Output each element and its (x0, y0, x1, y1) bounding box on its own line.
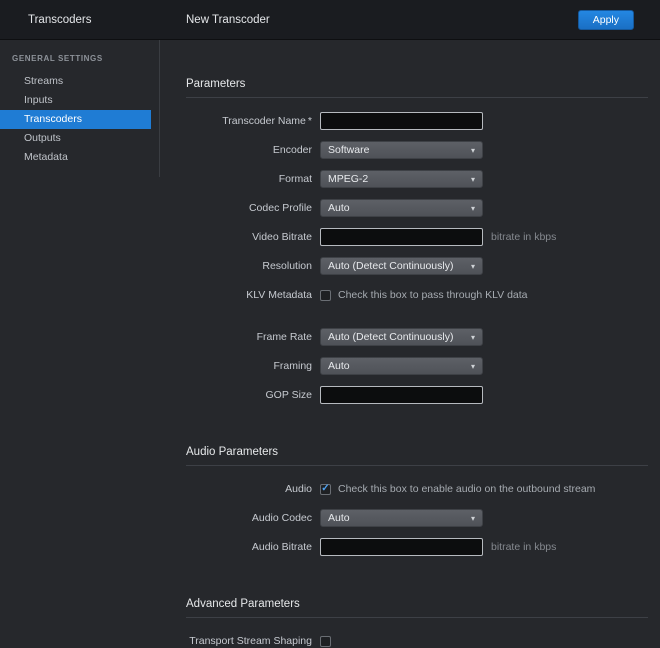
audio-label: Audio (186, 483, 312, 495)
transcoder-name-input[interactable] (320, 112, 483, 130)
field-framing: Framing Auto ▾ (186, 357, 648, 375)
sidebar-section-label: General Settings (0, 54, 159, 63)
gop-size-input[interactable] (320, 386, 483, 404)
chevron-down-icon: ▾ (471, 175, 475, 184)
field-audio: Audio Check this box to enable audio on … (186, 480, 648, 498)
field-klv-metadata: KLV Metadata Check this box to pass thro… (186, 286, 648, 304)
video-bitrate-input[interactable] (320, 228, 483, 246)
sidebar-item-transcoders[interactable]: Transcoders (0, 110, 151, 129)
sidebar: General Settings Streams Inputs Transcod… (0, 40, 160, 647)
chevron-down-icon: ▾ (471, 204, 475, 213)
section-title-advanced: Advanced Parameters (186, 598, 648, 618)
audio-bitrate-label: Audio Bitrate (186, 541, 312, 553)
sidebar-item-inputs[interactable]: Inputs (0, 91, 151, 110)
top-header: Transcoders New Transcoder Apply (0, 0, 660, 40)
section-title-audio: Audio Parameters (186, 446, 648, 466)
framing-label: Framing (186, 360, 312, 372)
resolution-select[interactable]: Auto (Detect Continuously) ▾ (320, 257, 483, 275)
video-bitrate-hint: bitrate in kbps (491, 231, 556, 243)
chevron-down-icon: ▾ (471, 262, 475, 271)
main-content: Parameters Transcoder Name* Encoder Soft… (160, 40, 660, 647)
format-select[interactable]: MPEG-2 ▾ (320, 170, 483, 188)
encoder-select[interactable]: Software ▾ (320, 141, 483, 159)
chevron-down-icon: ▾ (471, 333, 475, 342)
codec-profile-label: Codec Profile (186, 202, 312, 214)
resolution-label: Resolution (186, 260, 312, 272)
chevron-down-icon: ▾ (471, 146, 475, 155)
frame-rate-label: Frame Rate (186, 331, 312, 343)
apply-button[interactable]: Apply (578, 10, 634, 30)
klv-metadata-checkbox-label: Check this box to pass through KLV data (338, 289, 528, 301)
transport-stream-shaping-checkbox[interactable] (320, 636, 331, 647)
sidebar-item-streams[interactable]: Streams (0, 72, 151, 91)
field-frame-rate: Frame Rate Auto (Detect Continuously) ▾ (186, 328, 648, 346)
field-resolution: Resolution Auto (Detect Continuously) ▾ (186, 257, 648, 275)
resolution-select-value: Auto (Detect Continuously) (328, 260, 453, 272)
required-marker: * (308, 115, 312, 127)
field-audio-bitrate: Audio Bitrate bitrate in kbps (186, 538, 648, 556)
chevron-down-icon: ▾ (471, 362, 475, 371)
klv-metadata-label: KLV Metadata (186, 289, 312, 301)
section-title-parameters: Parameters (186, 78, 648, 98)
transport-stream-shaping-label: Transport Stream Shaping (186, 635, 312, 647)
audio-codec-select[interactable]: Auto ▾ (320, 509, 483, 527)
audio-checkbox-label: Check this box to enable audio on the ou… (338, 483, 595, 495)
codec-profile-select[interactable]: Auto ▾ (320, 199, 483, 217)
encoder-select-value: Software (328, 144, 369, 156)
frame-rate-select-value: Auto (Detect Continuously) (328, 331, 453, 343)
codec-profile-select-value: Auto (328, 202, 350, 214)
page-title: New Transcoder (160, 14, 578, 26)
encoder-label: Encoder (186, 144, 312, 156)
audio-bitrate-input[interactable] (320, 538, 483, 556)
klv-metadata-checkbox[interactable] (320, 290, 331, 301)
field-transport-stream-shaping: Transport Stream Shaping (186, 632, 648, 647)
transcoder-name-label: Transcoder Name* (186, 115, 312, 127)
chevron-down-icon: ▾ (471, 514, 475, 523)
format-select-value: MPEG-2 (328, 173, 368, 185)
audio-bitrate-hint: bitrate in kbps (491, 541, 556, 553)
sidebar-item-metadata[interactable]: Metadata (0, 148, 151, 167)
gop-size-label: GOP Size (186, 389, 312, 401)
field-audio-codec: Audio Codec Auto ▾ (186, 509, 648, 527)
field-encoder: Encoder Software ▾ (186, 141, 648, 159)
frame-rate-select[interactable]: Auto (Detect Continuously) ▾ (320, 328, 483, 346)
field-video-bitrate: Video Bitrate bitrate in kbps (186, 228, 648, 246)
sidebar-item-outputs[interactable]: Outputs (0, 129, 151, 148)
framing-select[interactable]: Auto ▾ (320, 357, 483, 375)
format-label: Format (186, 173, 312, 185)
field-format: Format MPEG-2 ▾ (186, 170, 648, 188)
field-gop-size: GOP Size (186, 386, 648, 404)
audio-checkbox[interactable] (320, 484, 331, 495)
framing-select-value: Auto (328, 360, 350, 372)
audio-codec-label: Audio Codec (186, 512, 312, 524)
field-codec-profile: Codec Profile Auto ▾ (186, 199, 648, 217)
field-transcoder-name: Transcoder Name* (186, 112, 648, 130)
video-bitrate-label: Video Bitrate (186, 231, 312, 243)
breadcrumb: Transcoders (0, 14, 160, 26)
audio-codec-select-value: Auto (328, 512, 350, 524)
